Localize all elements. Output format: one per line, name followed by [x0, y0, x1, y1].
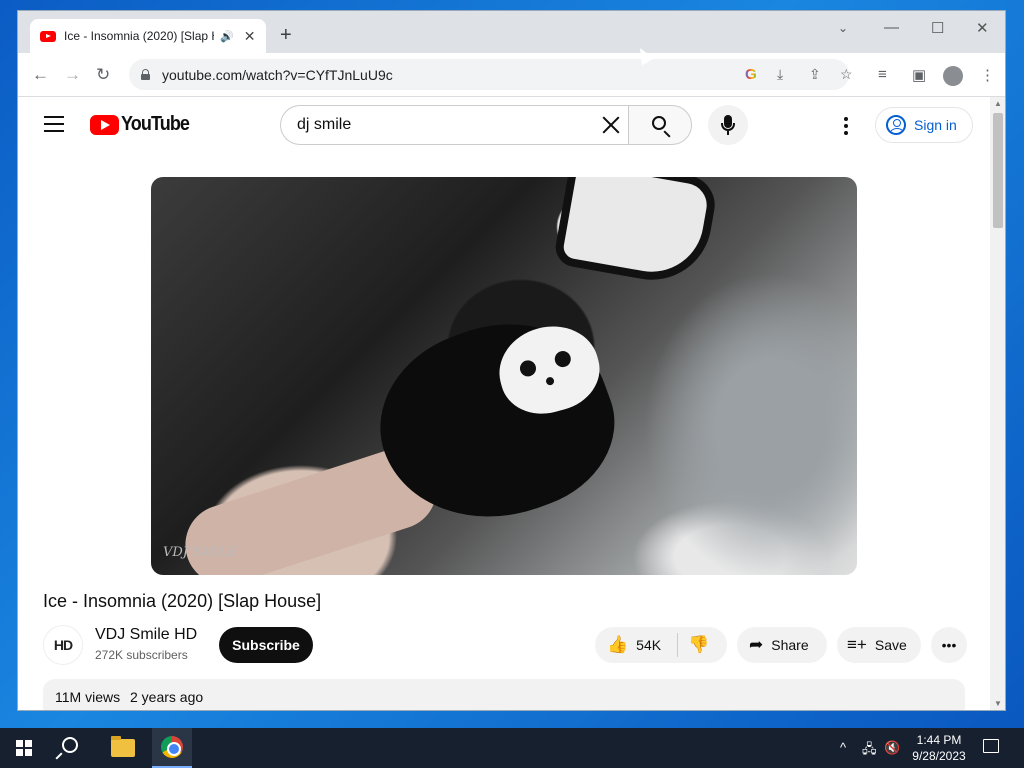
- voice-search-button[interactable]: [708, 105, 748, 145]
- signin-person-icon: [886, 115, 906, 135]
- share-button[interactable]: ➦ Share: [737, 627, 827, 663]
- new-tab-button[interactable]: +: [280, 25, 292, 45]
- volume-muted-icon[interactable]: 🔇: [884, 740, 900, 756]
- youtube-play-icon: [90, 114, 119, 135]
- clock-date: 9/28/2023: [912, 749, 966, 763]
- search-icon: [652, 116, 666, 130]
- windows-start-icon[interactable]: [16, 740, 32, 756]
- dislike-icon[interactable]: 👎: [688, 635, 709, 655]
- network-icon[interactable]: 🖧: [862, 740, 877, 762]
- file-explorer-icon[interactable]: [111, 736, 135, 757]
- taskbar-search-icon[interactable]: [62, 737, 78, 753]
- share-page-icon[interactable]: ⇪: [809, 66, 821, 83]
- sign-in-label: Sign in: [914, 117, 957, 133]
- chrome-icon: [161, 736, 183, 758]
- address-bar[interactable]: youtube.com/watch?v=CYfTJnLuU9c G ⤓ ⇪ ☆: [129, 59, 853, 90]
- youtube-favicon: [40, 30, 56, 42]
- back-icon[interactable]: ←: [32, 65, 49, 85]
- scroll-thumb[interactable]: [993, 113, 1003, 228]
- reload-icon[interactable]: ↻: [96, 65, 110, 85]
- like-divider: [677, 633, 679, 657]
- hamburger-icon[interactable]: [44, 116, 64, 132]
- subscribe-button[interactable]: Subscribe: [219, 627, 313, 663]
- more-icon: •••: [941, 637, 957, 653]
- like-dislike-group: 👍 54K 👎: [595, 627, 727, 663]
- menu-icon[interactable]: ⋮: [980, 66, 995, 84]
- subscriber-count: 272K subscribers: [95, 648, 188, 662]
- share-label: Share: [771, 637, 809, 653]
- sign-in-button[interactable]: Sign in: [875, 107, 973, 143]
- show-hidden-icons[interactable]: ^: [840, 740, 846, 755]
- minimize-button[interactable]: —: [884, 19, 899, 36]
- tab-title: Ice - Insomnia (2020) [Slap H: [64, 29, 214, 43]
- google-lens-icon[interactable]: G: [745, 66, 757, 83]
- close-window-button[interactable]: ✕: [976, 19, 989, 37]
- notification-icon[interactable]: [983, 739, 999, 753]
- scroll-down-icon[interactable]: ▼: [994, 699, 1002, 708]
- url-text[interactable]: youtube.com/watch?v=CYfTJnLuU9c: [162, 67, 393, 83]
- video-title: Ice - Insomnia (2020) [Slap House]: [43, 591, 322, 611]
- clock[interactable]: 1:44 PM 9/28/2023: [904, 732, 974, 764]
- maximize-button[interactable]: ☐: [931, 19, 944, 37]
- save-button[interactable]: ≡+ Save: [837, 627, 921, 663]
- browser-toolbar: ← → ↻ youtube.com/watch?v=CYfTJnLuU9c G …: [18, 53, 1005, 97]
- channel-avatar[interactable]: HD: [43, 625, 83, 665]
- page-scrollbar[interactable]: ▲ ▼: [990, 97, 1005, 710]
- upload-age: 2 years ago: [129, 689, 204, 705]
- description-box[interactable]: 11M views 2 years ago: [43, 679, 965, 710]
- clock-time: 1:44 PM: [916, 733, 962, 747]
- share-icon: ➦: [749, 635, 764, 654]
- youtube-page: YouTube dj smile Sign in VDJ SMILE Ice -…: [18, 97, 1005, 710]
- more-actions-button[interactable]: •••: [931, 627, 967, 663]
- save-label: Save: [874, 637, 907, 653]
- search-query[interactable]: dj smile: [297, 116, 351, 134]
- install-icon[interactable]: ⤓: [777, 66, 783, 83]
- clear-search-icon[interactable]: [600, 114, 622, 136]
- channel-name[interactable]: VDJ Smile HD: [95, 626, 197, 644]
- search-button[interactable]: [628, 105, 692, 145]
- profile-icon[interactable]: [943, 66, 963, 86]
- taskbar-chrome-button[interactable]: [152, 728, 192, 768]
- browser-window: Ice - Insomnia (2020) [Slap H 🔊 ✕ + ⌄ — …: [17, 10, 1006, 711]
- scroll-up-icon[interactable]: ▲: [994, 99, 1002, 108]
- audio-icon[interactable]: 🔊: [220, 30, 234, 43]
- settings-menu-icon[interactable]: [844, 117, 848, 138]
- youtube-header: YouTube dj smile Sign in: [18, 97, 990, 153]
- youtube-logo[interactable]: YouTube: [90, 113, 197, 136]
- video-player[interactable]: VDJ SMILE: [151, 177, 857, 575]
- reading-list-icon[interactable]: ≡: [878, 66, 887, 83]
- star-icon[interactable]: ☆: [840, 66, 853, 83]
- save-playlist-icon: ≡+: [847, 635, 867, 654]
- forward-icon[interactable]: →: [64, 65, 81, 85]
- tab-search-chevron-icon[interactable]: ⌄: [838, 21, 848, 35]
- mic-icon-base: [721, 123, 735, 131]
- video-watermark: VDJ SMILE: [163, 545, 238, 560]
- like-count[interactable]: 54K: [636, 637, 661, 653]
- view-count: 11M views: [55, 689, 121, 705]
- youtube-wordmark: YouTube: [121, 113, 190, 135]
- video-frame-mirror: [552, 177, 720, 290]
- lock-icon[interactable]: [141, 69, 150, 80]
- tab-youtube[interactable]: Ice - Insomnia (2020) [Slap H 🔊 ✕: [30, 19, 266, 53]
- like-icon[interactable]: 👍: [607, 635, 628, 655]
- tab-close-icon[interactable]: ✕: [244, 28, 256, 45]
- side-panel-icon[interactable]: ▣: [912, 66, 926, 84]
- mic-icon-stem: [727, 131, 729, 135]
- search-input[interactable]: dj smile: [280, 105, 629, 145]
- taskbar: ^ 🖧 🔇 1:44 PM 9/28/2023: [0, 728, 1024, 768]
- tab-bar: Ice - Insomnia (2020) [Slap H 🔊 ✕ + ⌄ — …: [18, 11, 1005, 53]
